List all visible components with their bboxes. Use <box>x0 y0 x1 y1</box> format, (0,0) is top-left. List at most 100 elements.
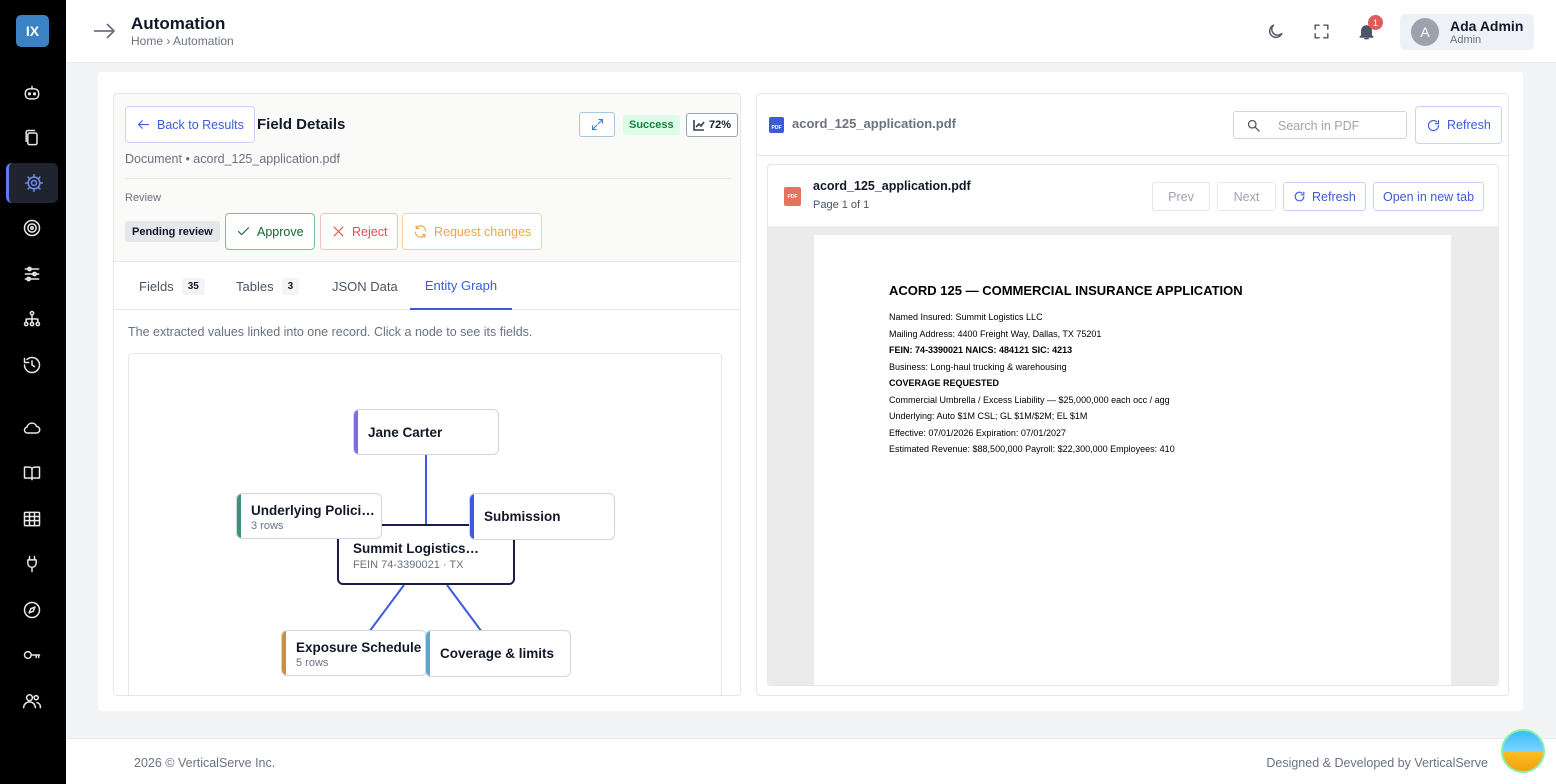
tab-tables[interactable]: Tables 3 <box>236 262 300 310</box>
sidebar-item-table[interactable] <box>6 499 58 539</box>
refresh-button[interactable]: Refresh <box>1415 106 1502 144</box>
page-info: Page 1 of 1 <box>813 199 870 211</box>
sidebar-item-automation[interactable] <box>6 163 58 203</box>
confidence-value: 72% <box>709 119 732 131</box>
search-icon <box>1247 119 1260 132</box>
pdf-line: Effective: 07/01/2026 Expiration: 07/01/… <box>889 428 1066 438</box>
request-changes-label: Request changes <box>434 224 532 239</box>
breadcrumb[interactable]: Home › Automation <box>131 34 234 48</box>
trend-icon <box>693 120 705 131</box>
open-new-tab-button[interactable]: Open in new tab <box>1373 182 1485 211</box>
node-subtitle: 3 rows <box>251 520 284 532</box>
tab-label: Fields <box>139 278 174 294</box>
pdf-search[interactable] <box>1233 111 1407 139</box>
sidebar-item-compass[interactable] <box>6 590 58 630</box>
key-icon <box>23 650 41 660</box>
node-coverage-limits[interactable]: Coverage & limits <box>425 630 571 677</box>
refresh-label: Refresh <box>1447 118 1491 132</box>
node-subtitle: FEIN 74-3390021 · TX <box>353 559 464 571</box>
sidebar-toggle-button[interactable] <box>92 20 116 42</box>
reject-button[interactable]: Reject <box>320 213 399 250</box>
tab-count: 35 <box>181 277 205 295</box>
review-status-badge: Pending review <box>125 221 220 242</box>
footer-credit: Designed & Developed by VerticalServe <box>1266 756 1488 770</box>
viewer-filename: acord_125_application.pdf <box>813 179 971 193</box>
pdf-line: Commercial Umbrella / Excess Liability —… <box>889 395 1170 405</box>
node-exposure-schedule[interactable]: Exposure Schedule 5 rows <box>281 630 427 676</box>
node-underlying-policies[interactable]: Underlying Polici… 3 rows <box>236 493 382 539</box>
details-tabs: Fields 35 Tables 3 JSON Data Entity Grap… <box>114 262 740 310</box>
expand-button[interactable] <box>579 112 615 137</box>
approve-label: Approve <box>257 224 304 239</box>
sidebar-item-documents[interactable] <box>6 118 58 158</box>
gear-icon <box>24 173 43 193</box>
node-submission[interactable]: Submission <box>469 493 615 540</box>
confidence-badge: 72% <box>686 113 739 137</box>
tab-entity-graph[interactable]: Entity Graph <box>410 262 512 310</box>
graph-description: The extracted values linked into one rec… <box>128 325 533 339</box>
sidebar: IX <box>0 0 66 784</box>
tab-count: 3 <box>281 277 300 295</box>
pdf-page: ACORD 125 — COMMERCIAL INSURANCE APPLICA… <box>814 235 1451 685</box>
sidebar-item-robot[interactable] <box>6 73 58 113</box>
sidebar-item-settings[interactable] <box>6 254 58 294</box>
hierarchy-icon <box>23 310 41 327</box>
page-canvas: ACORD 125 — COMMERCIAL INSURANCE APPLICA… <box>768 227 1498 685</box>
pdf-line: Mailing Address: 4400 Freight Way, Dalla… <box>889 329 1102 339</box>
refresh-label: Refresh <box>1312 189 1356 204</box>
sidebar-item-history[interactable] <box>6 345 58 385</box>
sidebar-item-key[interactable] <box>6 635 58 675</box>
tab-fields[interactable]: Fields 35 <box>139 262 205 310</box>
entity-graph[interactable]: Summit Logistics … FEIN 74-3390021 · TX … <box>128 353 722 695</box>
refresh-icon <box>1294 191 1305 202</box>
next-page-button[interactable]: Next <box>1217 182 1276 211</box>
node-subtitle: 5 rows <box>296 657 329 669</box>
pdf-line: Business: Long-haul trucking & warehousi… <box>889 362 1067 372</box>
reject-label: Reject <box>352 224 388 239</box>
fullscreen-icon <box>1313 23 1329 39</box>
pdf-line: FEIN: 74-3390021 NAICS: 484121 SIC: 4213 <box>889 345 1073 355</box>
node-jane-carter[interactable]: Jane Carter <box>353 409 499 455</box>
page-title: Automation <box>131 14 226 33</box>
sidebar-item-cloud[interactable] <box>6 408 58 448</box>
field-details-panel: Back to Results Field Details Success 72… <box>113 93 741 696</box>
document-line: Document • acord_125_application.pdf <box>125 152 340 166</box>
top-header: Automation Home › Automation 1 A Ada Adm… <box>66 0 1556 63</box>
arrow-right-icon <box>94 23 116 39</box>
tab-label: Entity Graph <box>424 277 498 293</box>
node-accent <box>470 494 474 539</box>
history-icon <box>23 356 41 374</box>
app-logo[interactable]: IX <box>16 15 49 47</box>
approve-button[interactable]: Approve <box>225 213 315 250</box>
fullscreen-button[interactable] <box>1310 20 1332 42</box>
avatar: A <box>1411 18 1439 46</box>
field-details-title: Field Details <box>257 116 346 133</box>
sidebar-item-hierarchy[interactable] <box>6 299 58 339</box>
node-accent <box>426 631 430 676</box>
sidebar-item-book[interactable] <box>6 453 58 493</box>
request-changes-button[interactable]: Request changes <box>402 213 543 250</box>
pdf-line: Estimated Revenue: $88,500,000 Payroll: … <box>889 444 1175 454</box>
arrow-left-icon <box>137 120 150 129</box>
sidebar-item-target[interactable] <box>6 208 58 248</box>
edge-exposure <box>368 584 405 633</box>
search-input[interactable] <box>1278 116 1400 136</box>
tab-label: Tables <box>236 278 274 294</box>
theme-toggle-button[interactable] <box>1264 20 1286 42</box>
sidebar-item-users[interactable] <box>6 681 58 721</box>
footer: 2026 © VerticalServe Inc. Designed & Dev… <box>66 738 1556 784</box>
moon-icon <box>1268 23 1283 38</box>
check-icon <box>237 227 250 236</box>
pdf-toolbar: PDF acord_125_application.pdf Refresh <box>757 94 1508 156</box>
status-badge: Success <box>623 115 680 135</box>
back-to-results-button[interactable]: Back to Results <box>125 106 255 143</box>
pdf-icon: PDF <box>769 117 784 133</box>
sidebar-item-plug[interactable] <box>6 544 58 584</box>
prev-page-button[interactable]: Prev <box>1152 182 1210 211</box>
user-menu[interactable]: A Ada Admin Admin <box>1400 14 1534 50</box>
viewer-refresh-button[interactable]: Refresh <box>1283 182 1366 211</box>
beach-avatar-icon[interactable] <box>1501 729 1545 773</box>
details-header: Back to Results Field Details Success 72… <box>114 94 740 262</box>
tab-json-data[interactable]: JSON Data <box>332 262 398 310</box>
notification-badge: 1 <box>1368 15 1383 30</box>
